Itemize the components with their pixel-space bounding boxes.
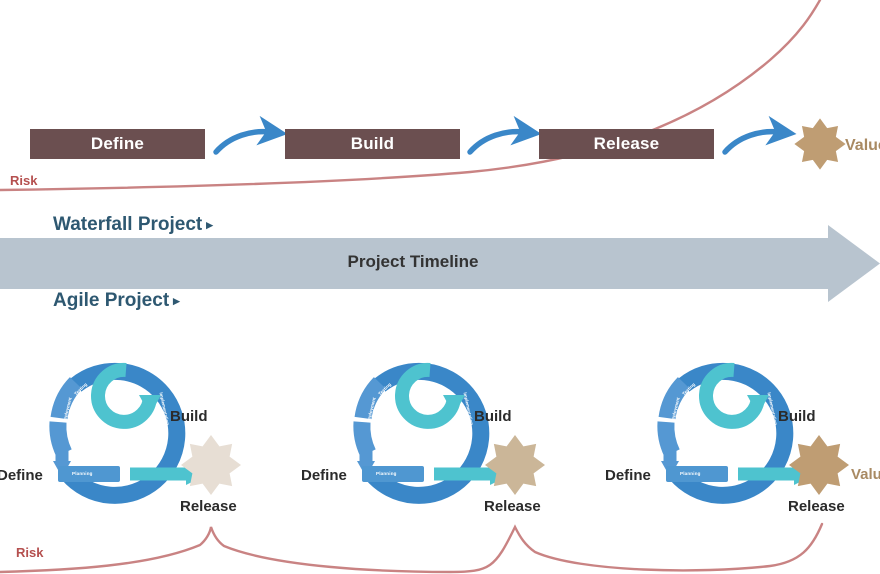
waterfall-phase-release[interactable]: Release	[539, 129, 714, 159]
agile-1-segment-testing: Testing	[73, 381, 89, 397]
agile-1-segment-planning: Planning	[72, 471, 93, 476]
agile-risk-label: Risk	[16, 545, 44, 560]
section-heading-waterfall[interactable]: Waterfall Project ▸	[53, 214, 213, 236]
agile-3-define-label: Define	[605, 467, 651, 484]
agile-2-segment-planning: Planning	[376, 471, 397, 476]
agile-1-define-label: Define	[0, 467, 43, 484]
project-timeline-label: Project Timeline	[347, 252, 479, 271]
waterfall-phase-release-label: Release	[593, 134, 660, 153]
chevron-right-icon: ▸	[173, 292, 180, 308]
agile-2-build-label: Build	[474, 408, 512, 425]
agile-3-build-label: Build	[778, 408, 816, 425]
agile-2-segment-implementation: Implementation	[462, 391, 475, 426]
agile-2-define-label: Define	[301, 467, 347, 484]
diagram-text-layer: Define Build Release Value Risk Risk Wat…	[0, 0, 880, 574]
section-heading-agile[interactable]: Agile Project ▸	[53, 290, 180, 312]
agile-1-segment-deployment: Deployment	[61, 396, 73, 424]
waterfall-phase-build[interactable]: Build	[285, 129, 460, 159]
agile-3-segment-implementation: Implementation	[766, 391, 779, 426]
waterfall-value-label: Value	[845, 137, 880, 154]
agile-2-segment-deployment: Deployment	[365, 396, 377, 424]
agile-2-segment-testing: Testing	[377, 381, 393, 397]
agile-1-segment-implementation: Implementation	[158, 391, 171, 426]
agile-3-segment-deployment: Deployment	[669, 396, 681, 424]
waterfall-phase-define-label: Define	[90, 134, 145, 153]
waterfall-phase-define[interactable]: Define	[30, 129, 205, 159]
waterfall-phase-build-label: Build	[350, 134, 395, 153]
agile-3-segment-planning: Planning	[680, 471, 701, 476]
chevron-right-icon: ▸	[206, 216, 213, 232]
agile-1-release-label: Release	[180, 498, 237, 515]
diagram-canvas: Define Build Release Value Risk Risk Wat…	[0, 0, 880, 574]
agile-1-build-label: Build	[170, 408, 208, 425]
section-heading-agile-label: Agile Project	[53, 290, 170, 311]
agile-2-release-label: Release	[484, 498, 541, 515]
agile-value-label: Value	[851, 466, 880, 483]
agile-3-release-label: Release	[788, 498, 845, 515]
section-heading-waterfall-label: Waterfall Project	[53, 214, 203, 235]
agile-3-segment-testing: Testing	[681, 381, 697, 397]
waterfall-risk-label: Risk	[10, 173, 38, 188]
